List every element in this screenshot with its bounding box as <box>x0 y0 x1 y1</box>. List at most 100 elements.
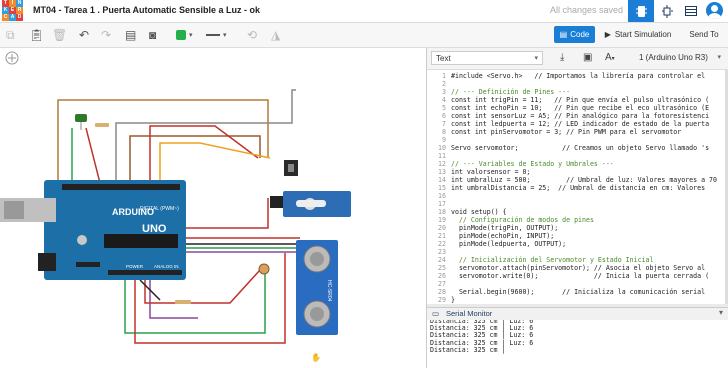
code-line[interactable] <box>451 152 717 160</box>
line-number: 26 <box>438 272 446 280</box>
mirror-icon[interactable]: ◮ <box>271 27 280 43</box>
send-to-button[interactable]: Send To <box>684 26 724 43</box>
photoresistor[interactable] <box>258 263 270 275</box>
code-line[interactable]: const int trigPin = 11; // Pin que envía… <box>451 96 717 104</box>
code-line[interactable]: int umbralDistancia = 25; // Umbral de d… <box>451 184 717 192</box>
code-line[interactable] <box>451 200 717 208</box>
code-line[interactable]: pinMode(trigPin, OUTPUT); <box>451 224 717 232</box>
line-number: 10 <box>438 144 446 152</box>
code-icon: ▤ <box>559 30 568 39</box>
code-line[interactable]: } <box>451 296 717 304</box>
code-button[interactable]: ▤ Code <box>554 26 595 43</box>
start-simulation-button[interactable]: ▶ Start Simulation <box>600 26 676 43</box>
code-line[interactable]: const int sensorLuz = A5; // Pin analógi… <box>451 112 717 120</box>
device-select[interactable]: 1 (Arduino Uno R3) ▾ <box>635 51 725 65</box>
top-bar: T I N K E R C A D MT04 - Tarea 1 . Puert… <box>0 0 728 23</box>
wire-type-selector[interactable]: ▾ <box>206 27 227 43</box>
sensor-label: HC-SR04 <box>326 280 332 302</box>
delete-icon[interactable]: 🗑︎ <box>52 27 67 43</box>
copy-icon[interactable]: ⧉ <box>6 27 15 43</box>
schematic-view-icon[interactable] <box>654 0 680 22</box>
line-number: 12 <box>438 160 446 168</box>
toolbar: ⧉ 📋︎ 🗑︎ ↶ ↷ ▤ ◙ ▾ ▾ ⟲ ◮ ▤ Code ▶ Start Sim… <box>0 23 728 48</box>
line-number: 4 <box>442 96 446 104</box>
logo-letter: R <box>16 7 23 14</box>
circuit-view-icon[interactable] <box>628 0 654 22</box>
code-line[interactable]: pinMode(ledpuerta, OUTPUT); <box>451 240 717 248</box>
serial-monitor-header[interactable]: ▭ Serial Monitor ▾ <box>427 307 728 321</box>
code-line[interactable]: Servo servomotor; // Creamos un objeto S… <box>451 144 717 152</box>
code-text[interactable]: #include <Servo.h> // Importamos la libr… <box>451 72 717 304</box>
line-number: 14 <box>438 176 446 184</box>
code-mode-select[interactable]: Text ▾ <box>431 51 543 65</box>
code-line[interactable]: // Inicialización del Servomotor y Estad… <box>451 256 717 264</box>
arduino-uno-board[interactable]: DIGITAL (PWM~) ARDUINO UNO POWER ANALOG … <box>0 180 186 280</box>
code-line[interactable]: const int ledpuerta = 12; // LED indicad… <box>451 120 717 128</box>
font-size-icon[interactable]: A▾ <box>605 52 615 63</box>
code-line[interactable] <box>451 248 717 256</box>
line-number: 20 <box>438 224 446 232</box>
code-line[interactable]: // --- Definición de Pines --- <box>451 88 717 96</box>
code-line[interactable]: int umbralLuz = 500; // Umbral de luz: V… <box>451 176 717 184</box>
code-line[interactable]: pinMode(echoPin, INPUT); <box>451 232 717 240</box>
user-avatar[interactable] <box>706 2 723 19</box>
download-icon[interactable]: ⤓ <box>560 52 564 63</box>
code-panel: Text ▾ ⤓ ▣ A▾ 1 (Arduino Uno R3) ▾ 1234567… <box>426 48 728 368</box>
serial-monitor-icon: ▭ <box>432 309 440 318</box>
code-line[interactable] <box>451 136 717 144</box>
code-line[interactable]: // Configuración de modos de pines <box>451 216 717 224</box>
serial-output-text: Distancia: 325 cm | Luz: 6 Distancia: 325… <box>430 320 533 354</box>
line-number: 19 <box>438 216 446 224</box>
led-component[interactable] <box>75 114 87 130</box>
line-number: 22 <box>438 240 446 248</box>
line-number: 18 <box>438 208 446 216</box>
rotate-icon[interactable]: ⟲ <box>247 27 257 43</box>
circuit-drawing[interactable]: HC-SR04 ✋ DIGITAL (PWM~) ARDUINO UNO POW… <box>0 48 420 368</box>
line-number: 2 <box>442 80 446 88</box>
tinkercad-logo[interactable]: T I N K E R C A D <box>2 0 23 21</box>
undo-icon[interactable]: ↶ <box>79 27 89 43</box>
notes-icon[interactable]: ◙ <box>149 27 156 43</box>
project-title[interactable]: MT04 - Tarea 1 . Puerta Automatic Sensib… <box>33 5 260 15</box>
code-panel-header: Text ▾ ⤓ ▣ A▾ 1 (Arduino Uno R3) ▾ <box>427 48 728 70</box>
code-line[interactable] <box>451 280 717 288</box>
circuit-canvas[interactable]: HC-SR04 ✋ DIGITAL (PWM~) ARDUINO UNO POW… <box>0 48 420 368</box>
code-line[interactable]: const int pinServomotor = 3; // Pin PWM … <box>451 128 717 136</box>
logo-letter: N <box>16 0 23 7</box>
play-icon: ▶ <box>604 30 611 39</box>
serial-monitor-output[interactable]: Distancia: 325 cm | Luz: 6 Distancia: 325… <box>427 320 728 368</box>
code-line[interactable] <box>451 80 717 88</box>
cursor-icon: ✋ <box>311 352 321 362</box>
code-line[interactable]: #include <Servo.h> // Importamos la libr… <box>451 72 717 80</box>
serial-monitor-title: Serial Monitor <box>446 309 493 318</box>
redo-icon[interactable]: ↷ <box>101 27 111 43</box>
servo-motor[interactable] <box>270 191 351 217</box>
board-model: UNO <box>142 223 167 235</box>
pushbutton[interactable] <box>284 160 298 176</box>
ultrasonic-sensor[interactable]: HC-SR04 <box>296 240 338 335</box>
code-line[interactable]: void setup() { <box>451 208 717 216</box>
code-editor[interactable]: 1 2 3 4 5 6 7 8 9 10 11 12 13 14 15 16 17 18 19 20 21 22 23 24 2… <box>427 70 725 304</box>
component-list-icon[interactable] <box>678 0 704 22</box>
device-value: 1 (Arduino Uno R3) <box>639 53 708 62</box>
line-number: 16 <box>438 192 446 200</box>
logo-letter: D <box>16 14 23 21</box>
paste-icon[interactable]: 📋︎ <box>29 27 44 43</box>
color-picker[interactable]: ▾ <box>176 27 193 43</box>
code-line[interactable]: // --- Variables de Estado y Umbrales --… <box>451 160 717 168</box>
code-line[interactable]: const int echoPin = 10; // Pin que recib… <box>451 104 717 112</box>
chevron-down-icon: ▾ <box>534 55 538 62</box>
code-line[interactable]: Serial.begin(9600); // Inicializa la com… <box>451 288 717 296</box>
chevron-down-icon: ▾ <box>717 54 721 61</box>
code-line[interactable]: servomotor.attach(pinServomotor); // Aso… <box>451 264 717 272</box>
code-line[interactable]: servomotor.write(0); // Inicia la puerta… <box>451 272 717 280</box>
annotation-icon[interactable]: ▤ <box>125 27 136 43</box>
resistor[interactable] <box>175 300 191 304</box>
chevron-down-icon[interactable]: ▾ <box>719 308 723 317</box>
code-line[interactable]: int valorsensor = 0; <box>451 168 717 176</box>
library-icon[interactable]: ▣ <box>583 52 592 63</box>
code-line[interactable] <box>451 192 717 200</box>
board-analog-label: ANALOG IN <box>154 264 179 269</box>
save-status: All changes saved <box>550 5 624 15</box>
resistor[interactable] <box>95 123 109 127</box>
